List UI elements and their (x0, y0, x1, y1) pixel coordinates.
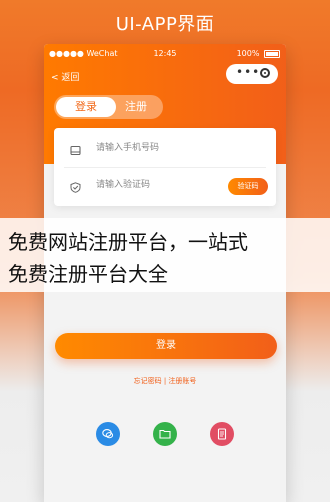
phone-input[interactable] (94, 142, 218, 154)
code-row: 验证码 (64, 170, 268, 204)
more-dots-icon[interactable]: ••• (236, 65, 260, 79)
back-button[interactable]: < 返回 (51, 70, 79, 83)
overlay-line-1: 免费网站注册平台，一站式 (8, 230, 248, 254)
phone-row (64, 133, 266, 168)
login-button[interactable]: 登录 (55, 333, 277, 359)
login-form: 验证码 (54, 128, 276, 206)
forgot-register-link[interactable]: 忘记密码 | 注册账号 (44, 376, 286, 386)
miniapp-capsule[interactable]: ••• (226, 64, 278, 84)
chat-bubble-icon[interactable] (96, 422, 120, 446)
status-bar: ●●●●● WeChat 12:45 100% (44, 44, 286, 62)
document-icon[interactable] (210, 422, 234, 446)
social-login-row (96, 422, 236, 446)
overlay-line-2: 免费注册平台大全 (8, 262, 168, 286)
page-title: UI-APP界面 (115, 14, 215, 35)
folder-icon[interactable] (153, 422, 177, 446)
phone-icon (70, 145, 81, 156)
battery-indicator: 100% (237, 49, 280, 58)
shield-icon (70, 182, 81, 193)
battery-text: 100% (236, 49, 260, 58)
get-code-button[interactable]: 验证码 (228, 178, 268, 195)
watermark-overlay: 免费网站注册平台，一站式 免费注册平台大全 (0, 218, 330, 292)
auth-tabs: 登录 注册 (54, 95, 163, 119)
code-input[interactable] (94, 179, 218, 191)
tab-register[interactable]: 注册 (115, 95, 157, 119)
tab-login[interactable]: 登录 (56, 97, 116, 117)
battery-icon (264, 49, 280, 58)
close-target-icon[interactable] (260, 68, 270, 78)
